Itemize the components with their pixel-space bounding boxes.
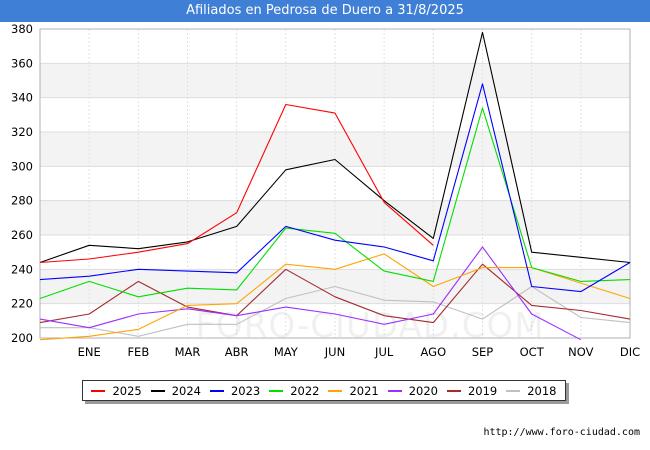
y-tick-label: 340 [11, 91, 33, 105]
x-tick-label: MAY [274, 345, 299, 359]
x-tick-label: DIC [620, 345, 640, 359]
x-tick-label: MAR [175, 345, 201, 359]
y-tick-label: 380 [11, 22, 33, 36]
legend-item-2021: 2021 [328, 383, 379, 398]
chart-legend: 2025 2024 2023 2022 2021 2020 2019 2018 [82, 380, 566, 401]
legend-label: 2019 [467, 383, 498, 398]
y-tick-label: 300 [11, 159, 33, 173]
legend-swatch [446, 389, 461, 392]
legend-label: 2024 [171, 383, 202, 398]
x-tick-label: JUN [324, 345, 345, 359]
x-tick-label: FEB [127, 345, 149, 359]
legend-item-2018: 2018 [506, 383, 557, 398]
y-tick-label: 320 [11, 125, 33, 139]
x-tick-label: AGO [421, 345, 447, 359]
y-tick-label: 260 [11, 228, 33, 242]
legend-label: 2018 [527, 383, 557, 398]
legend-item-2025: 2025 [91, 383, 142, 398]
legend-swatch [506, 389, 521, 392]
legend-label: 2023 [230, 383, 261, 398]
legend-swatch [209, 389, 224, 392]
legend-label: 2022 [290, 383, 320, 398]
x-tick-label: OCT [520, 345, 545, 359]
legend-item-2019: 2019 [446, 383, 498, 398]
legend-label: 2025 [112, 383, 142, 398]
x-tick-label: ABR [225, 345, 249, 359]
y-tick-label: 280 [11, 194, 33, 208]
x-tick-label: JUL [374, 345, 394, 359]
y-tick-label: 220 [11, 297, 33, 311]
legend-item-2023: 2023 [209, 383, 261, 398]
legend-swatch [387, 389, 402, 392]
legend-item-2022: 2022 [269, 383, 320, 398]
legend-swatch [269, 389, 284, 392]
series-line-2023 [39, 83, 631, 293]
y-tick-label: 240 [11, 262, 33, 276]
x-tick-label: NOV [568, 345, 593, 359]
y-tick-label: 360 [11, 56, 33, 70]
legend-swatch [328, 389, 343, 392]
legend-swatch [150, 389, 165, 392]
legend-item-2024: 2024 [150, 383, 202, 398]
x-tick-label: ENE [78, 345, 101, 359]
grid-band [40, 63, 630, 98]
legend-label: 2021 [349, 383, 379, 398]
x-tick-label: SEP [472, 345, 494, 359]
y-tick-label: 200 [11, 331, 33, 345]
source-credit: http://www.foro-ciudad.com [483, 427, 640, 438]
legend-swatch [91, 389, 106, 392]
legend-item-2020: 2020 [387, 383, 439, 398]
legend-label: 2020 [408, 383, 439, 398]
